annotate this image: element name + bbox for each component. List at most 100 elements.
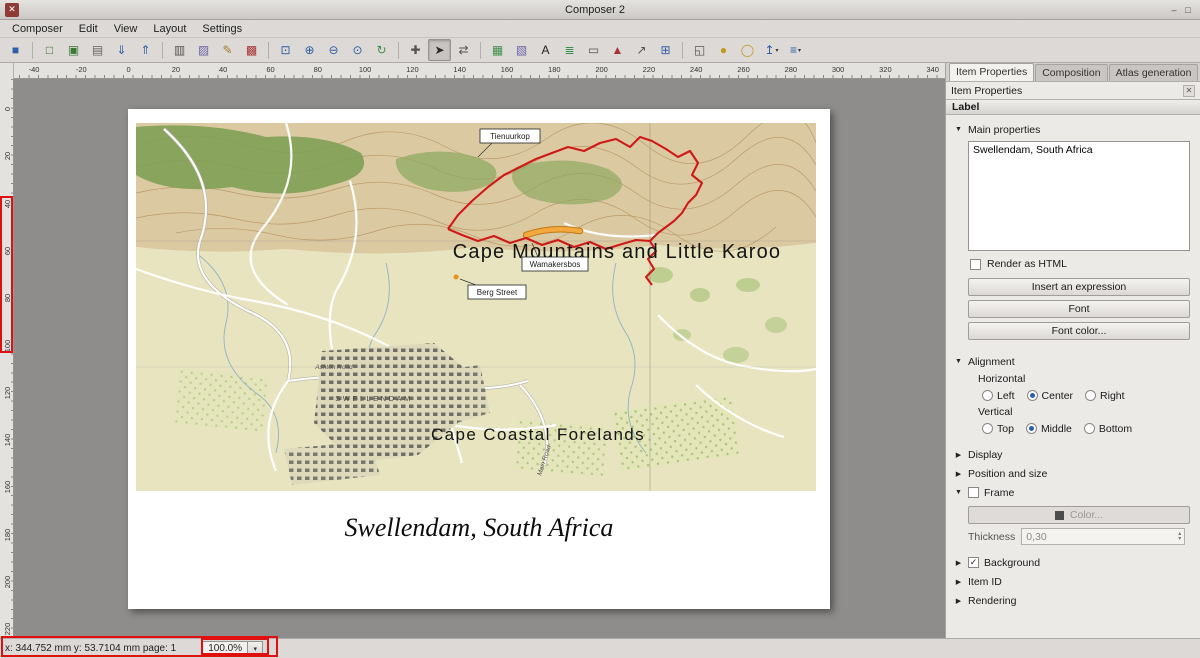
add-basic-shape-button[interactable]: ▲ bbox=[606, 39, 629, 61]
render-as-html-row: Render as HTML bbox=[970, 258, 1190, 270]
thickness-value: 0,30 bbox=[1026, 531, 1046, 543]
canvas-area: -40-200204060801001201401601802002202402… bbox=[0, 63, 945, 638]
add-label-button[interactable]: A bbox=[534, 39, 557, 61]
align-bottom-radio[interactable] bbox=[1084, 423, 1095, 434]
composition-canvas[interactable]: Cape Mountains and Little Karoo Cape Coa… bbox=[14, 79, 945, 638]
pan-button[interactable]: ✚ bbox=[404, 39, 427, 61]
duplicate-composition-icon: ▣ bbox=[68, 44, 79, 56]
window-minimize-button[interactable]: – bbox=[1167, 3, 1181, 17]
save-project-button[interactable]: ■ bbox=[4, 39, 27, 61]
spin-down-icon[interactable]: ▾ bbox=[1178, 537, 1181, 542]
section-rendering[interactable]: ▶ Rendering bbox=[954, 591, 1190, 610]
zoom-dropdown-button[interactable]: ▾ bbox=[248, 641, 263, 657]
frame-checkbox[interactable] bbox=[968, 487, 979, 498]
group-items-icon: ◱ bbox=[694, 44, 705, 56]
label-text-input[interactable]: Swellendam, South Africa bbox=[968, 141, 1190, 251]
section-position-size[interactable]: ▶ Position and size bbox=[954, 464, 1190, 483]
font-button[interactable]: Font bbox=[968, 300, 1190, 318]
panel-close-button[interactable]: ✕ bbox=[1183, 85, 1195, 97]
new-composition-button[interactable]: □ bbox=[38, 39, 61, 61]
raise-items-button[interactable]: ↥▾ bbox=[760, 39, 783, 61]
v-ruler: 020406080100120140160180200220 bbox=[0, 79, 14, 638]
refresh-view-button[interactable]: ↻ bbox=[370, 39, 393, 61]
lock-items-button[interactable]: ● bbox=[712, 39, 735, 61]
window-maximize-button[interactable]: □ bbox=[1181, 3, 1195, 17]
v-ruler-label: 200 bbox=[2, 575, 12, 589]
unlock-items-button[interactable]: ◯ bbox=[736, 39, 759, 61]
align-center-radio[interactable] bbox=[1027, 390, 1038, 401]
insert-expression-button[interactable]: Insert an expression bbox=[968, 278, 1190, 296]
add-image-button[interactable]: ▧ bbox=[510, 39, 533, 61]
menu-edit[interactable]: Edit bbox=[71, 22, 106, 36]
window-title: Composer 2 bbox=[23, 4, 1167, 16]
align-middle-radio[interactable] bbox=[1026, 423, 1037, 434]
align-top-radio[interactable] bbox=[982, 423, 993, 434]
v-ruler-label: 140 bbox=[2, 433, 12, 447]
zoom-in-button[interactable]: ⊕ bbox=[298, 39, 321, 61]
section-background[interactable]: ▶ ✓ Background bbox=[954, 553, 1190, 572]
background-checkbox[interactable]: ✓ bbox=[968, 557, 979, 568]
menu-composer[interactable]: Composer bbox=[4, 22, 71, 36]
add-legend-button[interactable]: ≣ bbox=[558, 39, 581, 61]
section-main-properties[interactable]: ▼ Main properties bbox=[954, 120, 1190, 139]
add-attribute-table-button[interactable]: ⊞ bbox=[654, 39, 677, 61]
section-alignment[interactable]: ▼ Alignment bbox=[954, 352, 1190, 371]
section-frame[interactable]: ▼ Frame bbox=[954, 483, 1190, 502]
move-item-content-button[interactable]: ⇄ bbox=[452, 39, 475, 61]
section-display[interactable]: ▶ Display bbox=[954, 445, 1190, 464]
label-item-title[interactable]: Swellendam, South Africa bbox=[128, 513, 830, 543]
export-as-svg-button[interactable]: ✎ bbox=[216, 39, 239, 61]
export-as-image-icon: ▨ bbox=[198, 44, 209, 56]
topo-map: Cape Mountains and Little Karoo Cape Coa… bbox=[136, 123, 816, 491]
statusbar: x: 344.752 mm y: 53.7104 mm page: 1 100.… bbox=[0, 638, 1200, 658]
export-as-image-button[interactable]: ▨ bbox=[192, 39, 215, 61]
save-as-template-icon: ⇓ bbox=[116, 44, 126, 56]
thickness-row: Thickness 0,30 ▴ ▾ bbox=[968, 528, 1190, 545]
export-as-pdf-button[interactable]: ▩ bbox=[240, 39, 263, 61]
save-as-template-button[interactable]: ⇓ bbox=[110, 39, 133, 61]
add-new-map-button[interactable]: ▦ bbox=[486, 39, 509, 61]
add-attribute-table-icon: ⊞ bbox=[660, 44, 670, 56]
window-close-button[interactable]: ✕ bbox=[5, 3, 19, 17]
zoom-actual-icon: ⊙ bbox=[352, 44, 362, 56]
zoom-value[interactable]: 100.0% bbox=[202, 641, 248, 657]
align-right-radio[interactable] bbox=[1085, 390, 1096, 401]
v-ruler-label: 220 bbox=[2, 622, 12, 636]
align-items-button[interactable]: ≡▾ bbox=[784, 39, 807, 61]
export-as-svg-icon: ✎ bbox=[222, 44, 232, 56]
section-display-title: Display bbox=[968, 449, 1002, 461]
composition-page[interactable]: Cape Mountains and Little Karoo Cape Coa… bbox=[128, 109, 830, 609]
frame-color-label: Color... bbox=[1070, 509, 1103, 521]
spinner[interactable]: ▴ ▾ bbox=[1178, 532, 1184, 542]
font-color-button[interactable]: Font color... bbox=[968, 322, 1190, 340]
menu-layout[interactable]: Layout bbox=[145, 22, 194, 36]
map-item[interactable]: Cape Mountains and Little Karoo Cape Coa… bbox=[136, 123, 816, 491]
add-arrow-button[interactable]: ↗ bbox=[630, 39, 653, 61]
zoom-actual-button[interactable]: ⊙ bbox=[346, 39, 369, 61]
composition-manager-button[interactable]: ▤ bbox=[86, 39, 109, 61]
tab-item-properties[interactable]: Item Properties bbox=[949, 63, 1034, 81]
thickness-label: Thickness bbox=[968, 531, 1015, 543]
zoom-combobox[interactable]: 100.0% ▾ bbox=[202, 641, 263, 657]
thickness-spinbox[interactable]: 0,30 ▴ ▾ bbox=[1021, 528, 1185, 545]
group-items-button[interactable]: ◱ bbox=[688, 39, 711, 61]
frame-color-button[interactable]: Color... bbox=[968, 506, 1190, 524]
section-item-id[interactable]: ▶ Item ID bbox=[954, 572, 1190, 591]
duplicate-composition-button[interactable]: ▣ bbox=[62, 39, 85, 61]
v-ruler-label: 120 bbox=[2, 386, 12, 400]
tab-atlas-generation[interactable]: Atlas generation bbox=[1109, 64, 1199, 81]
menu-settings[interactable]: Settings bbox=[194, 22, 250, 36]
add-scalebar-button[interactable]: ▭ bbox=[582, 39, 605, 61]
render-as-html-checkbox[interactable] bbox=[970, 259, 981, 270]
align-left-radio[interactable] bbox=[982, 390, 993, 401]
select-move-item-button[interactable]: ➤ bbox=[428, 39, 451, 61]
h-ruler-label: 240 bbox=[690, 65, 703, 74]
print-button[interactable]: ▥ bbox=[168, 39, 191, 61]
zoom-out-button[interactable]: ⊖ bbox=[322, 39, 345, 61]
panel-tabs: Item Properties Composition Atlas genera… bbox=[946, 63, 1200, 82]
move-item-content-icon: ⇄ bbox=[458, 44, 468, 56]
menu-view[interactable]: View bbox=[106, 22, 146, 36]
zoom-full-button[interactable]: ⊡ bbox=[274, 39, 297, 61]
load-from-template-button[interactable]: ⇑ bbox=[134, 39, 157, 61]
tab-composition[interactable]: Composition bbox=[1035, 64, 1107, 81]
